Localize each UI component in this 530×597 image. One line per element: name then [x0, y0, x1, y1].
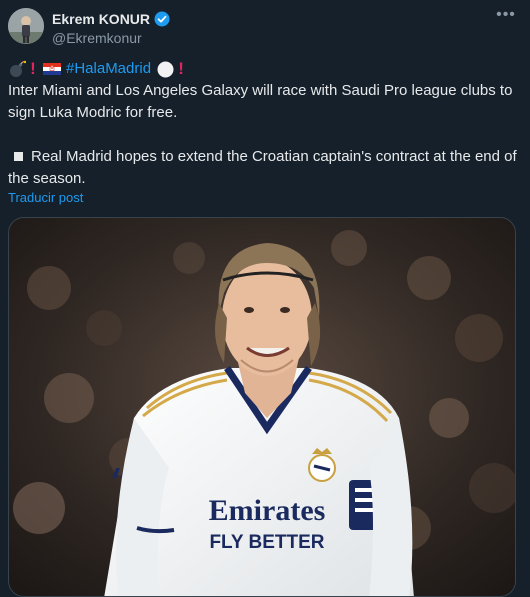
square-bullet-icon	[14, 151, 23, 161]
tweet-media-image[interactable]: Emirates FLY BETTER	[8, 217, 516, 597]
author-info: Ekrem KONUR @Ekremkonur	[52, 10, 170, 46]
avatar-photo-icon	[8, 8, 44, 44]
translate-post-link[interactable]: Traducir post	[8, 190, 83, 205]
exclamation-icon: !	[30, 59, 36, 78]
tweet-paragraph-2: Real Madrid hopes to extend the Croatian…	[8, 146, 518, 190]
tweet-paragraph-2-text: Real Madrid hopes to extend the Croatian…	[8, 148, 517, 187]
author-avatar[interactable]	[8, 8, 44, 44]
author-handle[interactable]: @Ekremkonur	[52, 30, 170, 46]
sponsor-line-2: FLY BETTER	[209, 532, 324, 553]
croatia-flag-icon	[43, 63, 61, 75]
bomb-icon	[10, 60, 26, 77]
more-options-icon[interactable]: •••	[496, 7, 516, 28]
tweet-text: ! #HalaMadrid ! Inter Miami and Los Ange…	[8, 58, 518, 190]
real-madrid-crest	[308, 448, 336, 482]
player-photo: Emirates FLY BETTER	[9, 218, 515, 596]
white-circle-icon	[157, 61, 174, 77]
tweet-card: Ekrem KONUR @Ekremkonur ••• ! #HalaMadri…	[0, 0, 530, 597]
verified-badge-icon	[154, 11, 170, 27]
exclamation-icon: !	[178, 59, 184, 78]
tweet-paragraph-1: Inter Miami and Los Angeles Galaxy will …	[8, 82, 513, 121]
emoji-line: ! #HalaMadrid !	[8, 58, 518, 80]
hashtag-link[interactable]: #HalaMadrid	[66, 58, 151, 80]
sponsor-line-1: Emirates	[209, 494, 326, 527]
author-display-name[interactable]: Ekrem KONUR	[52, 11, 150, 27]
